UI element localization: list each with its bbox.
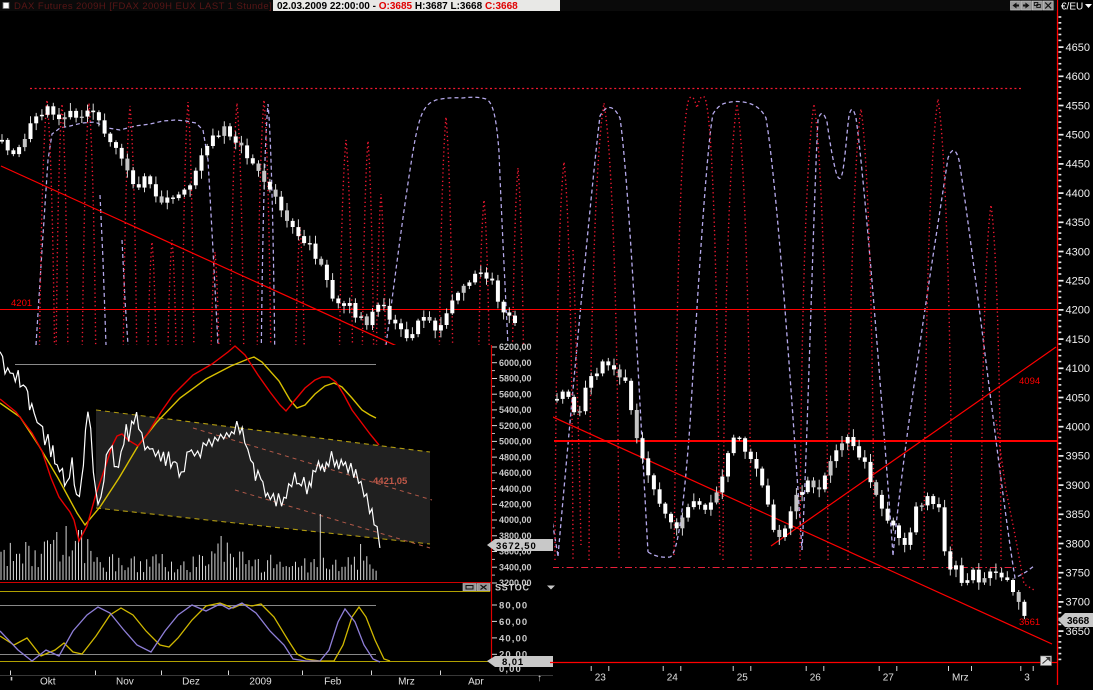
svg-text:23: 23 bbox=[595, 673, 607, 684]
svg-text:3672,50: 3672,50 bbox=[496, 541, 537, 552]
svg-text:4050: 4050 bbox=[1066, 392, 1090, 404]
svg-text:4550: 4550 bbox=[1066, 100, 1090, 112]
svg-text:3668: 3668 bbox=[1067, 616, 1090, 627]
svg-text:4250: 4250 bbox=[1066, 276, 1090, 288]
svg-text:6200,00: 6200,00 bbox=[499, 342, 532, 352]
svg-text:DAX Futures 2009H [FDAX 2009H: DAX Futures 2009H [FDAX 2009H EUX LAST 1… bbox=[14, 1, 272, 12]
svg-text:5600,00: 5600,00 bbox=[499, 389, 532, 399]
svg-text:Mrz: Mrz bbox=[398, 677, 415, 686]
svg-text:4200,00: 4200,00 bbox=[499, 500, 532, 510]
svg-text:4421,05: 4421,05 bbox=[373, 476, 408, 487]
svg-text:5400,00: 5400,00 bbox=[499, 405, 532, 415]
svg-text:4094: 4094 bbox=[1019, 376, 1040, 387]
svg-text:5800,00: 5800,00 bbox=[499, 374, 532, 384]
svg-text:24: 24 bbox=[667, 673, 679, 684]
svg-text:4000,00: 4000,00 bbox=[499, 515, 532, 525]
svg-text:3: 3 bbox=[1024, 673, 1030, 684]
svg-text:80,00: 80,00 bbox=[499, 600, 528, 611]
svg-text:3850: 3850 bbox=[1066, 509, 1090, 521]
svg-text:26: 26 bbox=[810, 673, 822, 684]
svg-text:4500: 4500 bbox=[1066, 130, 1090, 142]
svg-text:3700: 3700 bbox=[1066, 597, 1090, 609]
svg-text:4150: 4150 bbox=[1066, 334, 1090, 346]
svg-text:Dez: Dez bbox=[182, 677, 200, 686]
svg-text:4800,00: 4800,00 bbox=[499, 452, 532, 462]
svg-text:Nov: Nov bbox=[116, 677, 134, 686]
svg-text:3950: 3950 bbox=[1066, 451, 1090, 463]
svg-text:4201: 4201 bbox=[11, 298, 32, 309]
svg-text:3661: 3661 bbox=[1019, 617, 1040, 628]
svg-text:5000,00: 5000,00 bbox=[499, 437, 532, 447]
svg-text:4200: 4200 bbox=[1066, 305, 1090, 317]
svg-text:4600: 4600 bbox=[1066, 71, 1090, 83]
svg-text:4350: 4350 bbox=[1066, 217, 1090, 229]
svg-text:27: 27 bbox=[883, 673, 895, 684]
svg-text:3650: 3650 bbox=[1066, 626, 1090, 638]
svg-text:60,00: 60,00 bbox=[499, 617, 528, 628]
svg-text:4100: 4100 bbox=[1066, 363, 1090, 375]
svg-text:€/EU: €/EU bbox=[1061, 2, 1083, 13]
svg-text:Apr: Apr bbox=[468, 677, 484, 686]
svg-text:6000,00: 6000,00 bbox=[499, 358, 532, 368]
svg-text:4400,00: 4400,00 bbox=[499, 484, 532, 494]
svg-text:4450: 4450 bbox=[1066, 159, 1090, 171]
svg-text:5200,00: 5200,00 bbox=[499, 421, 532, 431]
svg-text:4400: 4400 bbox=[1066, 188, 1090, 200]
svg-text:02.03.2009 22:00:00 - O:3685 H: 02.03.2009 22:00:00 - O:3685 H:3687 L:36… bbox=[277, 1, 518, 12]
svg-text:4600,00: 4600,00 bbox=[499, 468, 532, 478]
svg-text:3900: 3900 bbox=[1066, 480, 1090, 492]
svg-text:0,00: 0,00 bbox=[499, 664, 522, 675]
svg-text:4000: 4000 bbox=[1066, 422, 1090, 434]
svg-text:3800: 3800 bbox=[1066, 538, 1090, 550]
svg-text:Okt: Okt bbox=[40, 677, 56, 686]
svg-text:25: 25 bbox=[737, 673, 749, 684]
svg-text:40,00: 40,00 bbox=[499, 633, 528, 644]
svg-text:Feb: Feb bbox=[324, 677, 342, 686]
svg-text:4650: 4650 bbox=[1066, 42, 1090, 54]
svg-text:Mrz: Mrz bbox=[952, 673, 969, 684]
svg-text:↑: ↑ bbox=[537, 673, 542, 684]
svg-text:2009: 2009 bbox=[249, 677, 272, 686]
svg-text:3400,00: 3400,00 bbox=[499, 562, 532, 572]
svg-text:SSTOC: SSTOC bbox=[495, 583, 530, 593]
svg-text:4300: 4300 bbox=[1066, 246, 1090, 258]
svg-text:3750: 3750 bbox=[1066, 568, 1090, 580]
